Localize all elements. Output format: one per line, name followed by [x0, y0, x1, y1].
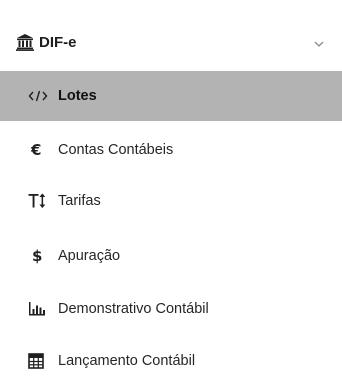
menu-item-lotes[interactable]: Lotes — [0, 71, 342, 121]
menu-item-lancamento-contabil[interactable]: Lançamento Contábil — [0, 336, 342, 379]
code-icon — [28, 86, 50, 106]
text-height-icon — [28, 191, 50, 211]
menu-group-label: DIF-e — [39, 34, 77, 51]
bank-icon — [16, 33, 34, 51]
menu-item-label: Tarifas — [58, 193, 101, 209]
bar-chart-icon — [28, 299, 50, 319]
menu-item-label: Contas Contábeis — [58, 142, 174, 158]
sidebar-menu: DIF-e Lotes € Contas Contábeis Tarifas $… — [0, 0, 342, 379]
menu-item-label: Lançamento Contábil — [58, 353, 196, 369]
menu-item-apuracao[interactable]: $ Apuração — [0, 231, 342, 281]
menu-item-contas-contabeis[interactable]: € Contas Contábeis — [0, 125, 342, 175]
euro-icon: € — [31, 141, 42, 159]
menu-group-dif-e[interactable]: DIF-e — [0, 20, 342, 66]
menu-item-label: Apuração — [58, 248, 121, 264]
chevron-down-icon[interactable] — [313, 37, 325, 49]
menu-item-label: Lotes — [58, 88, 97, 104]
menu-item-demonstrativo-contabil[interactable]: Demonstrativo Contábil — [0, 284, 342, 334]
dollar-icon: $ — [32, 247, 43, 265]
menu-item-label: Demonstrativo Contábil — [58, 301, 209, 317]
calculator-icon — [28, 351, 50, 371]
menu-item-tarifas[interactable]: Tarifas — [0, 176, 342, 226]
